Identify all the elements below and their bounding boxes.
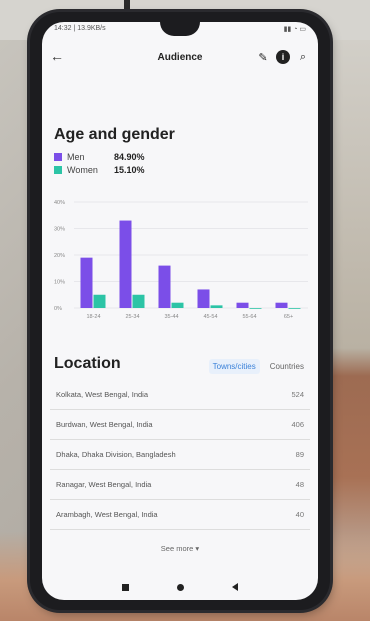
place-name: Kolkata, West Bengal, India [56, 390, 148, 399]
see-more-button[interactable]: See more ▾ [42, 544, 318, 553]
y-tick-label: 10% [54, 280, 65, 286]
photo-background: 14:32 | 13.9KB/s ▮▮ ◔ ▭ ← Audience ✎ i ⌕… [0, 0, 370, 621]
app-header: ← Audience ✎ i ⌕ [42, 46, 318, 72]
status-left: 14:32 | 13.9KB/s [54, 25, 106, 32]
bar-women-45-54 [210, 305, 223, 308]
place-count: 40 [295, 510, 304, 519]
y-tick-label: 40% [54, 200, 65, 206]
list-item: Burdwan, West Bengal, India 406 [50, 410, 310, 440]
location-list: Kolkata, West Bengal, India 524 Burdwan,… [50, 380, 310, 530]
bar-men-45-54 [197, 289, 210, 308]
place-name: Burdwan, West Bengal, India [56, 420, 153, 429]
place-count: 524 [291, 390, 304, 399]
header-actions: ✎ i ⌕ [256, 50, 310, 64]
tab-towns-cities[interactable]: Towns/cities [208, 359, 260, 374]
info-icon[interactable]: i [276, 50, 290, 64]
gender-legend: Men 84.90% Women 15.10% [54, 152, 145, 178]
location-tabs: Towns/cities Countries [208, 359, 308, 374]
system-nav-bar [42, 574, 318, 600]
edit-icon[interactable]: ✎ [256, 50, 270, 64]
home-button[interactable] [177, 583, 184, 591]
tab-countries[interactable]: Countries [266, 359, 308, 374]
back-button[interactable] [232, 583, 238, 591]
women-swatch [54, 166, 62, 174]
bar-men-65+ [275, 302, 288, 308]
bar-men-35-44 [158, 265, 171, 308]
phone-screen: 14:32 | 13.9KB/s ▮▮ ◔ ▭ ← Audience ✎ i ⌕… [42, 22, 318, 600]
age-gender-title: Age and gender [54, 126, 175, 143]
bar-women-25-34 [132, 294, 145, 308]
phone-frame: 14:32 | 13.9KB/s ▮▮ ◔ ▭ ← Audience ✎ i ⌕… [30, 12, 330, 610]
legend-women: Women 15.10% [54, 165, 145, 175]
place-name: Ranagar, West Bengal, India [56, 480, 152, 489]
bar-women-35-44 [171, 302, 184, 308]
x-tick-label: 65+ [284, 314, 293, 320]
legend-men: Men 84.90% [54, 152, 145, 162]
legend-value: 84.90% [114, 152, 145, 162]
list-item: Kolkata, West Bengal, India 524 [50, 380, 310, 410]
y-tick-label: 30% [54, 227, 65, 233]
bar-men-18-24 [80, 257, 93, 308]
bar-women-18-24 [93, 294, 106, 308]
chevron-down-icon: ▾ [195, 544, 200, 553]
bar-men-55-64 [236, 302, 249, 308]
x-tick-label: 55-64 [242, 314, 256, 320]
list-item: Dhaka, Dhaka Division, Bangladesh 89 [50, 440, 310, 470]
place-count: 406 [291, 420, 304, 429]
y-tick-label: 0% [54, 306, 62, 312]
search-icon[interactable]: ⌕ [296, 50, 310, 64]
status-bar: 14:32 | 13.9KB/s ▮▮ ◔ ▭ [54, 25, 306, 39]
legend-value: 15.10% [114, 165, 145, 175]
age-gender-chart: 40% 30% 20% 10% 0% 18-24 25-34 35-44 45-54 55-64 6… [54, 200, 308, 320]
bar-women-55-64 [249, 308, 262, 309]
list-item: Ranagar, West Bengal, India 48 [50, 470, 310, 500]
y-tick-label: 20% [54, 253, 65, 259]
x-tick-label: 45-54 [203, 314, 217, 320]
bar-women-65+ [288, 308, 301, 309]
place-name: Arambagh, West Bengal, India [56, 510, 158, 519]
status-icons: ▮▮ ◔ ▭ [283, 26, 306, 33]
x-tick-label: 35-44 [164, 314, 178, 320]
x-tick-label: 18-24 [86, 314, 100, 320]
place-count: 48 [295, 480, 304, 489]
men-swatch [54, 153, 62, 161]
legend-label: Men [67, 152, 85, 162]
list-item: Arambagh, West Bengal, India 40 [50, 500, 310, 530]
place-name: Dhaka, Dhaka Division, Bangladesh [56, 450, 176, 459]
location-title: Location [54, 355, 121, 372]
bar-men-25-34 [119, 220, 132, 308]
see-more-label: See more [160, 544, 194, 553]
x-tick-label: 25-34 [125, 314, 139, 320]
place-count: 89 [295, 450, 304, 459]
recents-button[interactable] [122, 583, 129, 591]
legend-label: Women [67, 165, 98, 175]
